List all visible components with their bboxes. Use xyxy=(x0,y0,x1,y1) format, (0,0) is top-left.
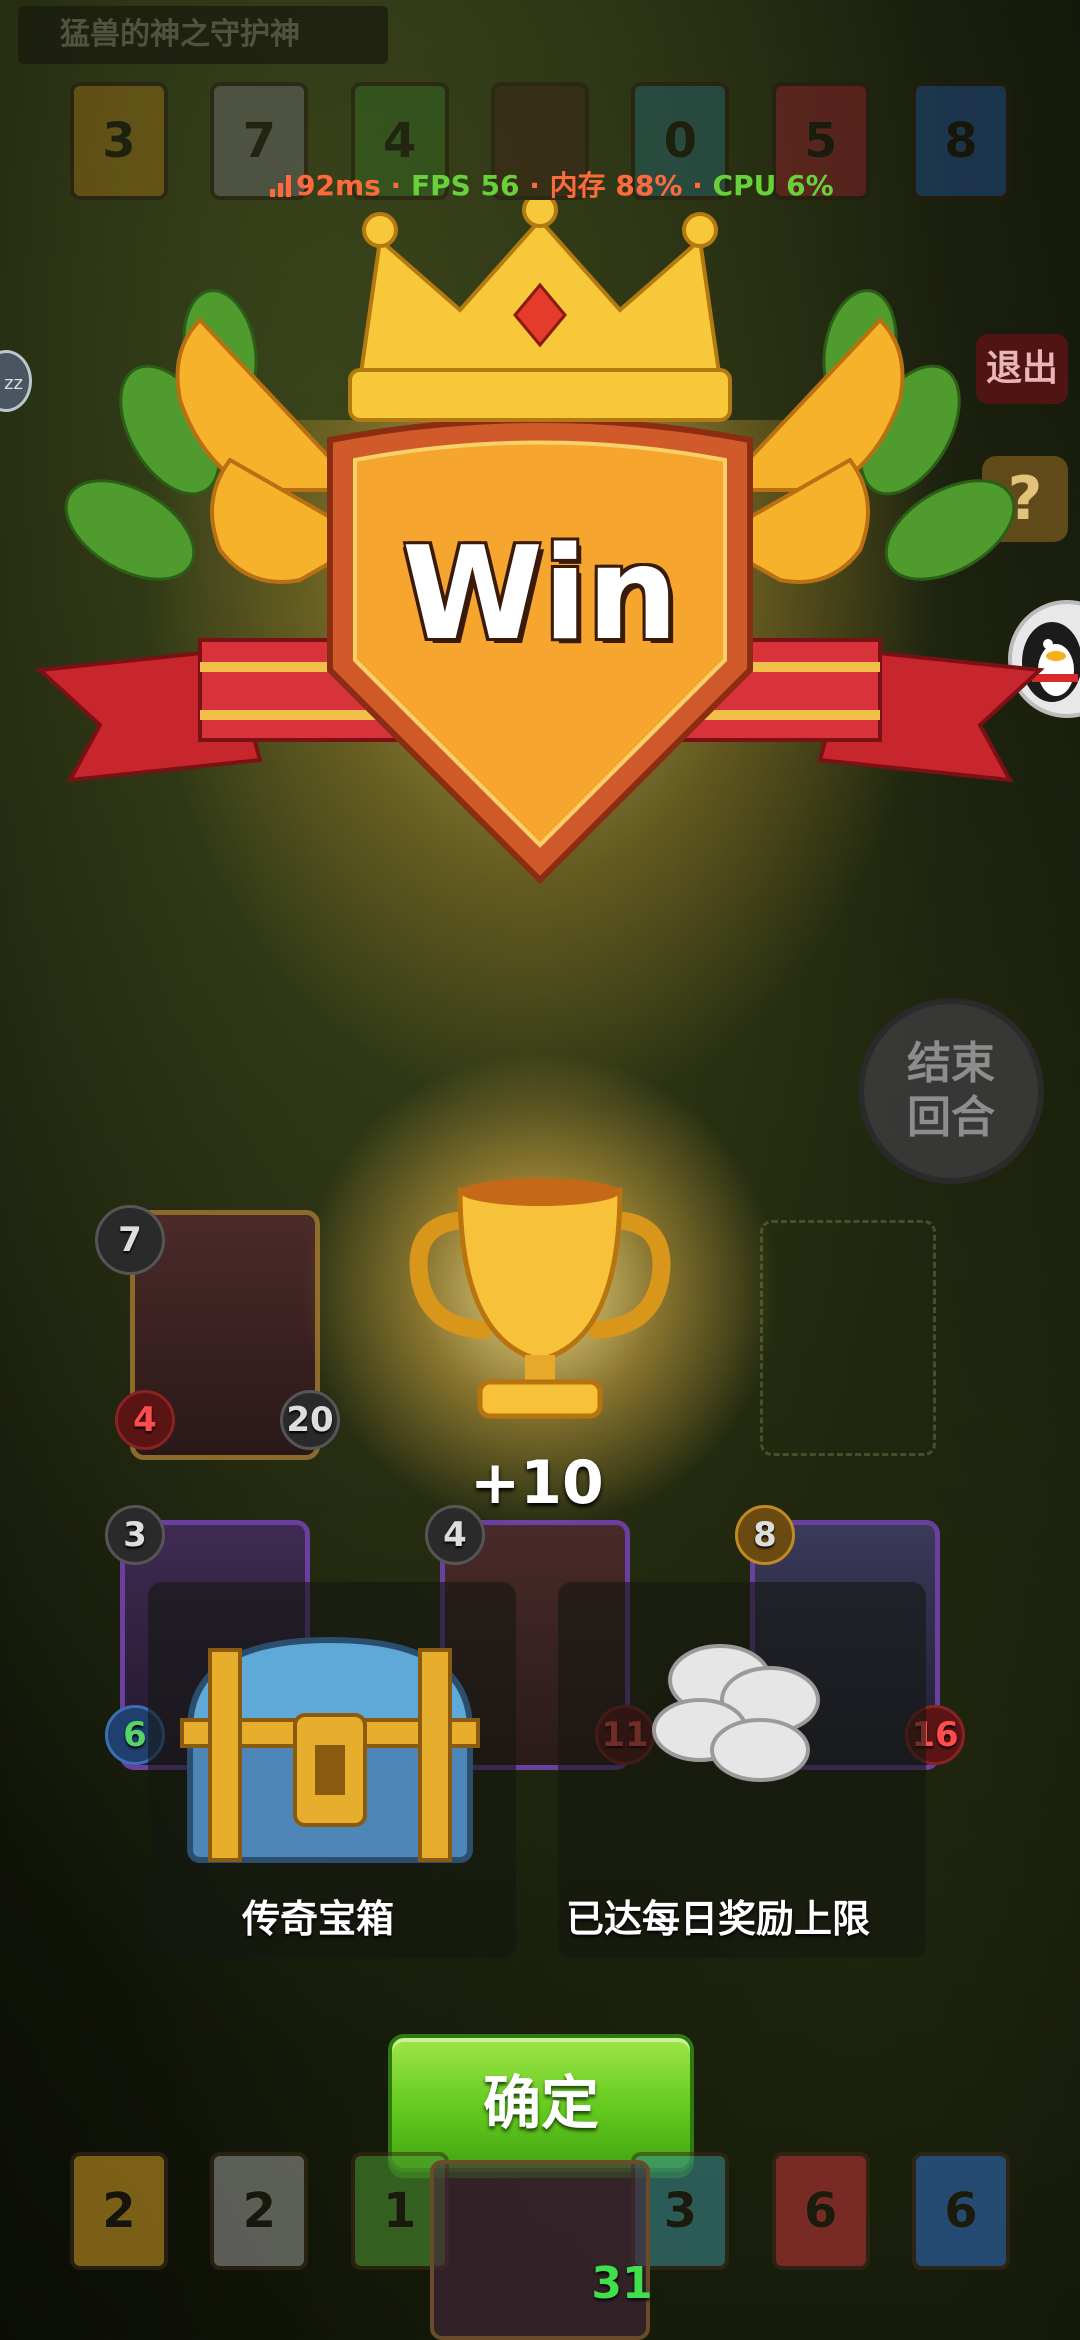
perf-separator-2: · xyxy=(519,169,550,202)
field-card-queen: 7 4 20 xyxy=(95,1205,340,1460)
water-element-card: 6 xyxy=(911,2152,1010,2270)
cost-skull-badge: 7 xyxy=(95,1205,165,1275)
sun-element-card: 2 xyxy=(70,2152,168,2270)
fps-value: FPS 56 xyxy=(410,169,520,202)
skull-element-card: 2 xyxy=(210,2152,309,2270)
silver-coins-icon xyxy=(652,1644,820,1782)
empty-card-slot xyxy=(760,1220,936,1456)
win-title: Win xyxy=(401,520,679,669)
cost-badge: 8 xyxy=(735,1505,795,1565)
hero-health: 31 xyxy=(591,2258,653,2309)
reward-label-chest: 传奇宝箱 xyxy=(242,1897,395,1941)
attack-stat: 4 xyxy=(115,1390,175,1450)
fire-element-card: 6 xyxy=(771,2152,870,2270)
trophy-icon xyxy=(409,1178,671,1419)
perf-separator-1: · xyxy=(380,169,411,202)
treasure-chest-icon xyxy=(180,1636,480,1863)
signal-icon xyxy=(270,175,292,197)
cpu-value: CPU 6% xyxy=(712,169,834,202)
performance-overlay: 92ms · FPS 56 · 内存 88% · CPU 6% xyxy=(270,164,834,204)
reward-points: +10 xyxy=(470,1448,604,1518)
perf-separator-3: · xyxy=(682,169,713,202)
memory-value: 内存 88% xyxy=(549,169,683,202)
cost-badge: 3 xyxy=(105,1505,165,1565)
reward-label-coins: 已达每日奖励上限 xyxy=(566,1897,871,1941)
ping-value: 92ms xyxy=(296,169,381,202)
